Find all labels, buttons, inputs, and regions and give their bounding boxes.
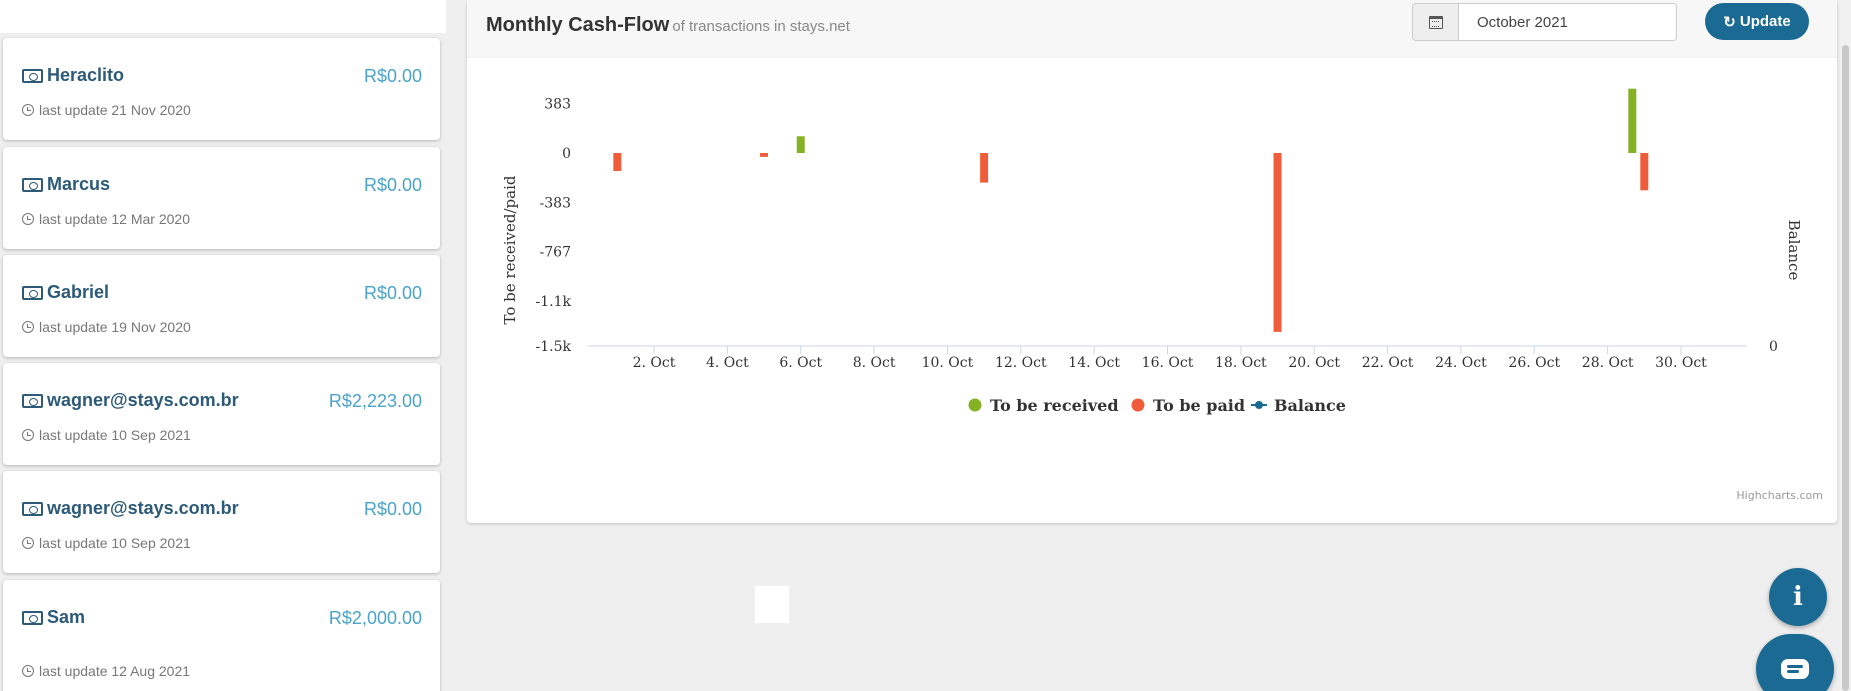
info-button[interactable]: i <box>1769 568 1827 626</box>
update-button-label: Update <box>1739 13 1791 30</box>
account-name[interactable]: Heraclito <box>47 65 124 86</box>
x-tick-label: 24. Oct <box>1435 355 1487 371</box>
y-right-tick-label: 0 <box>1769 339 1778 355</box>
y-tick-label: -767 <box>540 245 571 261</box>
update-button[interactable]: ↻ Update <box>1705 3 1809 40</box>
x-tick-label: 30. Oct <box>1655 355 1707 371</box>
x-tick-label: 2. Oct <box>633 355 676 371</box>
account-amount: R$0.00 <box>363 283 422 303</box>
account-card[interactable]: wagner@stays.com.br R$0.00 last update 1… <box>3 471 440 573</box>
chat-button[interactable] <box>1756 634 1834 691</box>
last-update-text: last update 12 Mar 2020 <box>39 211 190 227</box>
y-tick-label: -1.1k <box>536 294 572 310</box>
y-tick-label: 0 <box>562 146 571 162</box>
money-icon <box>22 393 43 408</box>
chart-bars <box>613 88 1649 332</box>
x-tick-label: 18. Oct <box>1215 355 1267 371</box>
clock-icon <box>22 104 34 116</box>
account-list: Heraclito R$0.00 last update 21 Nov 2020… <box>0 0 446 691</box>
paid-bar <box>1640 153 1649 191</box>
y-axis-left-title: To be received/paid <box>501 175 519 324</box>
money-icon <box>22 501 43 516</box>
x-tick-label: 6. Oct <box>779 355 822 371</box>
cash-flow-panel: Monthly Cash-Flow of transactions in stay… <box>467 0 1837 523</box>
account-name[interactable]: wagner@stays.com.br <box>47 498 239 519</box>
panel-title: Monthly Cash-Flow <box>486 14 670 36</box>
x-tick-label: 10. Oct <box>922 355 974 371</box>
last-update-text: last update 12 Aug 2021 <box>39 663 191 679</box>
x-tick-label: 4. Oct <box>706 355 749 371</box>
last-update-text: last update 21 Nov 2020 <box>39 102 191 118</box>
x-tick-label: 16. Oct <box>1142 355 1194 371</box>
legend-label: To be paid <box>1153 396 1245 415</box>
y-axis-right-title: Balance <box>1785 220 1803 281</box>
cash-flow-chart: To be received/paid Balance 383 0 -383 -767… <box>501 88 1823 502</box>
account-amount: R$2,000.00 <box>328 608 422 628</box>
legend-marker <box>968 398 982 412</box>
calendar-addon[interactable] <box>1413 4 1459 40</box>
y-tick-label: 383 <box>544 97 571 113</box>
money-icon <box>22 68 43 83</box>
chat-icon <box>1781 659 1809 679</box>
list-top-spacer <box>0 0 446 33</box>
account-card[interactable]: Sam R$2,000.00 last update 12 Aug 2021 <box>3 580 440 691</box>
account-amount: R$2,223.00 <box>328 391 422 411</box>
x-tick-label: 28. Oct <box>1582 355 1634 371</box>
scrollbar-thumb[interactable] <box>1842 45 1849 691</box>
account-card[interactable]: Gabriel R$0.00 last update 19 Nov 2020 <box>3 255 440 357</box>
account-card[interactable]: Heraclito R$0.00 last update 21 Nov 2020 <box>3 38 440 140</box>
received-bar <box>796 136 805 153</box>
y-tick-label: -1.5k <box>536 339 572 355</box>
y-axis-ticks: 383 0 -383 -767 -1.1k -1.5k 0 <box>536 97 1778 355</box>
panel-header: Monthly Cash-Flow of transactions in stay… <box>467 0 1837 58</box>
account-card[interactable]: wagner@stays.com.br R$2,223.00 last upda… <box>3 363 440 465</box>
money-icon <box>22 177 43 192</box>
x-tick-label: 8. Oct <box>853 355 896 371</box>
paid-bar <box>613 153 622 172</box>
y-tick-label: -383 <box>540 195 571 211</box>
month-input[interactable] <box>1459 4 1676 40</box>
account-amount: R$0.00 <box>363 175 422 195</box>
account-amount: R$0.00 <box>363 499 422 519</box>
money-icon <box>22 285 43 300</box>
account-name[interactable]: Sam <box>47 607 85 628</box>
x-tick-label: 26. Oct <box>1508 355 1560 371</box>
clock-icon <box>22 429 34 441</box>
last-update-text: last update 10 Sep 2021 <box>39 427 191 443</box>
clock-icon <box>22 665 34 677</box>
x-axis-ticks: 2. Oct 4. Oct 6. Oct 8. Oct 10. Oct 12. Oct 14… <box>633 346 1707 371</box>
last-update-text: last update 10 Sep 2021 <box>39 535 191 551</box>
calendar-icon <box>1428 15 1443 29</box>
chart-legend[interactable]: To be received To be paid Balance <box>968 396 1346 415</box>
highcharts-credit[interactable]: Highcharts.com <box>1736 489 1823 502</box>
info-icon: i <box>1793 582 1803 612</box>
page-scrollbar[interactable] <box>1840 0 1851 691</box>
account-name[interactable]: wagner@stays.com.br <box>47 390 239 411</box>
blank-tile <box>755 586 789 623</box>
paid-bar <box>760 153 769 157</box>
paid-bar <box>980 153 989 183</box>
refresh-icon: ↻ <box>1723 13 1736 31</box>
money-icon <box>22 610 43 625</box>
received-bar <box>1628 88 1637 153</box>
x-tick-label: 20. Oct <box>1288 355 1340 371</box>
legend-label: To be received <box>990 396 1119 415</box>
legend-label: Balance <box>1274 396 1346 415</box>
account-amount: R$0.00 <box>363 66 422 86</box>
x-tick-label: 14. Oct <box>1068 355 1120 371</box>
account-name[interactable]: Marcus <box>47 174 110 195</box>
month-picker[interactable] <box>1412 3 1677 41</box>
account-card[interactable]: Marcus R$0.00 last update 12 Mar 2020 <box>3 147 440 249</box>
paid-bar <box>1273 153 1282 332</box>
clock-icon <box>22 321 34 333</box>
account-name[interactable]: Gabriel <box>47 282 109 303</box>
panel-subtitle: of transactions in stays.net <box>672 18 850 35</box>
legend-marker <box>1131 398 1145 412</box>
x-tick-label: 12. Oct <box>995 355 1047 371</box>
clock-icon <box>22 213 34 225</box>
legend-marker <box>1255 401 1263 409</box>
clock-icon <box>22 537 34 549</box>
last-update-text: last update 19 Nov 2020 <box>39 319 191 335</box>
x-tick-label: 22. Oct <box>1362 355 1414 371</box>
